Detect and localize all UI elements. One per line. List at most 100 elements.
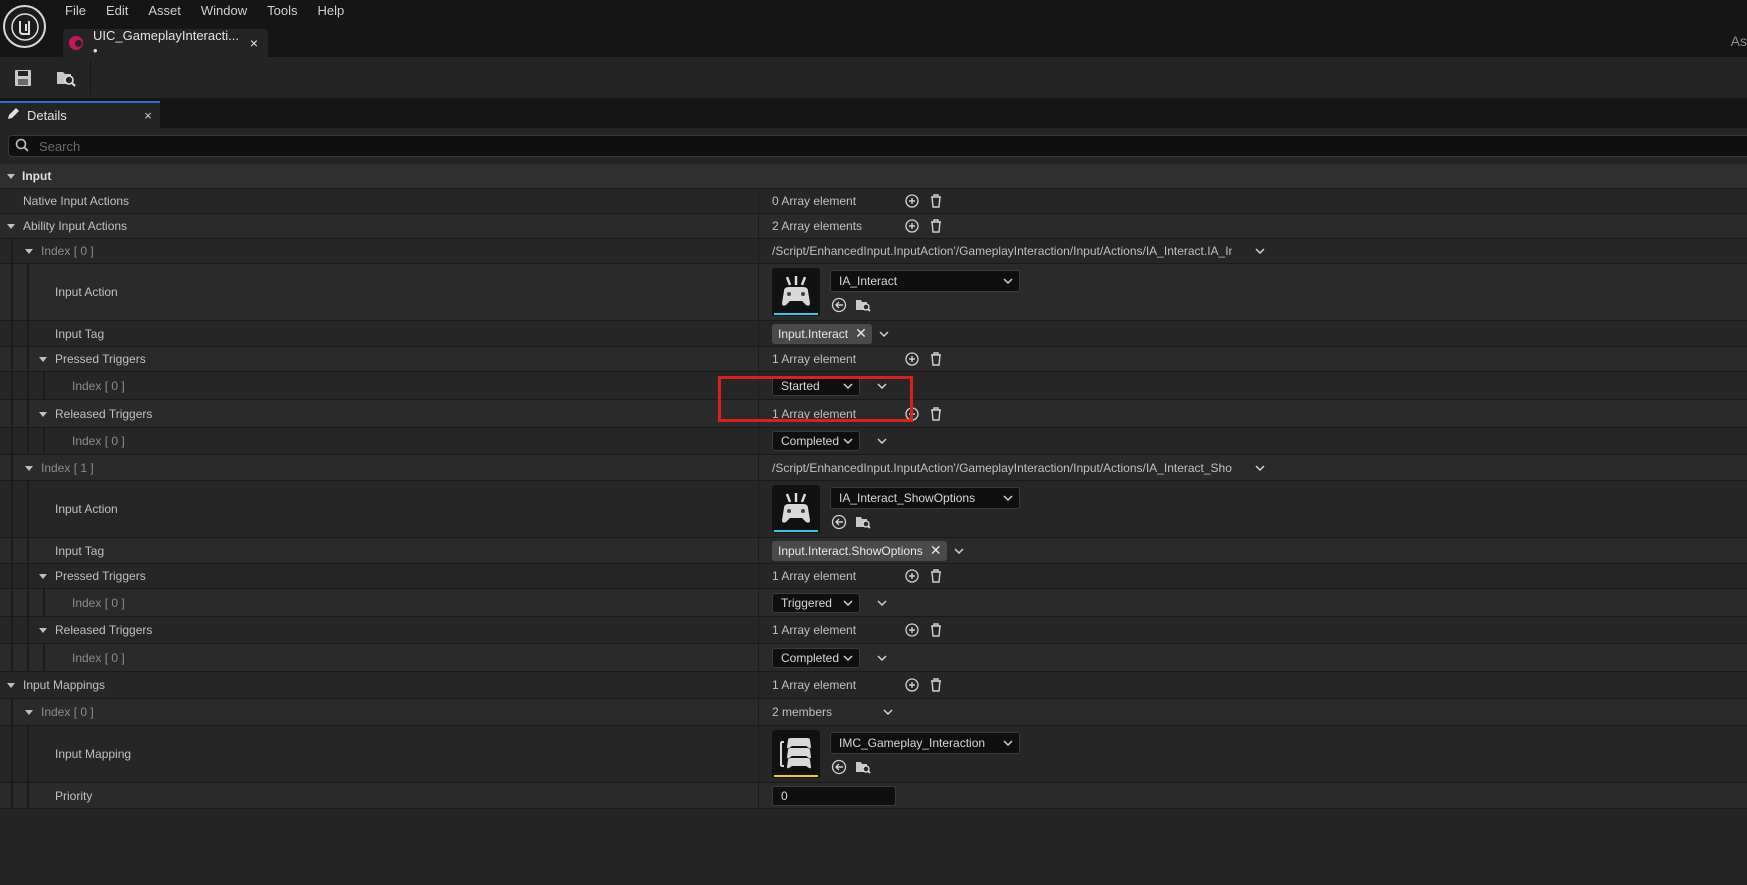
trash-icon[interactable] (926, 216, 946, 236)
use-selected-icon[interactable] (830, 758, 848, 776)
input-action-thumbnail[interactable] (772, 268, 820, 316)
trigger-event-value: Started (781, 378, 820, 393)
add-element-icon[interactable] (902, 191, 922, 211)
menu-help[interactable]: Help (307, 0, 354, 22)
input-mapping-picker[interactable]: IMC_Gameplay_Interaction (830, 732, 1020, 754)
expand-arrow-icon[interactable] (21, 707, 37, 717)
remove-tag-icon[interactable]: ✕ (854, 325, 868, 342)
gameplay-tag-chip[interactable]: Input.Interact.ShowOptions ✕ (772, 540, 947, 561)
document-tab[interactable]: UIC_GameplayInteracti... • × (63, 28, 268, 58)
trigger-event-value: Triggered (781, 595, 832, 610)
priority-value: 0 (781, 788, 788, 803)
save-icon[interactable] (11, 66, 35, 90)
add-element-icon[interactable] (902, 566, 922, 586)
panel-tab-bar: Details × (0, 98, 1747, 128)
input-action-thumbnail[interactable] (772, 485, 820, 533)
gameplay-tag-label: Input.Interact.ShowOptions (778, 543, 923, 558)
add-element-icon[interactable] (902, 349, 922, 369)
chevron-down-icon[interactable] (872, 431, 892, 451)
chevron-down-icon[interactable] (872, 376, 892, 396)
add-element-icon[interactable] (902, 620, 922, 640)
property-label: Native Input Actions (23, 194, 130, 208)
row-ability-input-actions: Ability Input Actions 2 Array elements (0, 214, 1747, 239)
use-selected-icon[interactable] (830, 296, 848, 314)
property-label: Input Mapping (55, 747, 132, 761)
remove-tag-icon[interactable]: ✕ (929, 542, 943, 559)
trash-icon[interactable] (926, 566, 946, 586)
row-released-trigger-index-0: Index [ 0 ] Completed (0, 428, 1747, 455)
details-tab[interactable]: Details × (0, 101, 160, 128)
property-label: Released Triggers (55, 406, 153, 421)
input-action-picker[interactable]: IA_Interact_ShowOptions (830, 487, 1020, 509)
property-label: Input Mappings (23, 678, 106, 692)
expand-arrow-icon[interactable] (35, 625, 51, 635)
trash-icon[interactable] (926, 620, 946, 640)
close-icon[interactable]: × (246, 35, 262, 51)
unreal-logo-icon[interactable] (3, 5, 46, 48)
search-box (8, 135, 1747, 157)
data-asset-icon (69, 36, 83, 50)
chevron-down-icon[interactable] (878, 702, 898, 722)
expand-arrow-icon[interactable] (35, 571, 51, 581)
chevron-down-icon[interactable] (1250, 458, 1270, 478)
browse-asset-icon[interactable] (854, 296, 872, 314)
expand-arrow-icon[interactable] (3, 171, 19, 181)
row-input-tag: Input Tag Input.Interact ✕ (0, 321, 1747, 347)
trigger-event-value: Completed (781, 650, 840, 665)
use-selected-icon[interactable] (830, 513, 848, 531)
array-index-label: Index [ 0 ] (72, 434, 125, 448)
expand-arrow-icon[interactable] (3, 680, 19, 690)
menu-edit[interactable]: Edit (96, 0, 138, 22)
trigger-event-dropdown[interactable]: Started (772, 375, 860, 396)
trash-icon[interactable] (926, 404, 946, 424)
browse-asset-icon[interactable] (854, 758, 872, 776)
property-label: Input Tag (55, 543, 105, 558)
row-released-triggers: Released Triggers 1 Array element (0, 617, 1747, 644)
browse-asset-icon[interactable] (54, 66, 78, 90)
array-index-label: Index [ 0 ] (41, 244, 94, 258)
add-element-icon[interactable] (902, 216, 922, 236)
menu-window[interactable]: Window (191, 0, 257, 22)
category-label: Input (22, 169, 52, 183)
trash-icon[interactable] (926, 675, 946, 695)
category-input[interactable]: Input (0, 164, 1747, 189)
chevron-down-icon[interactable] (872, 593, 892, 613)
chevron-down-icon[interactable] (872, 648, 892, 668)
property-label: Pressed Triggers (55, 352, 146, 366)
close-icon[interactable]: × (140, 108, 156, 123)
expand-arrow-icon[interactable] (35, 354, 51, 364)
array-index-label: Index [ 0 ] (72, 595, 125, 610)
row-native-input-actions: Native Input Actions 0 Array element (0, 189, 1747, 214)
chevron-down-icon[interactable] (949, 541, 969, 561)
input-mapping-value: IMC_Gameplay_Interaction (839, 736, 986, 750)
trigger-event-dropdown[interactable]: Completed (772, 431, 860, 451)
expand-arrow-icon[interactable] (21, 463, 37, 473)
search-input[interactable] (37, 137, 637, 155)
expand-arrow-icon[interactable] (35, 409, 51, 419)
row-released-trigger-index-0: Index [ 0 ] Completed (0, 644, 1747, 672)
property-label: Input Action (55, 502, 118, 516)
browse-asset-icon[interactable] (854, 513, 872, 531)
trash-icon[interactable] (926, 191, 946, 211)
add-element-icon[interactable] (902, 404, 922, 424)
expand-arrow-icon[interactable] (21, 246, 37, 256)
trigger-event-dropdown[interactable]: Completed (772, 647, 860, 668)
array-count: 1 Array element (772, 352, 857, 366)
input-action-value: IA_Interact (839, 274, 898, 288)
chevron-down-icon[interactable] (1250, 241, 1270, 261)
trigger-event-dropdown[interactable]: Triggered (772, 592, 860, 613)
gameplay-tag-chip[interactable]: Input.Interact ✕ (772, 323, 873, 344)
expand-arrow-icon[interactable] (3, 221, 19, 231)
details-tab-label: Details (27, 108, 67, 123)
row-priority: Priority 0 (0, 783, 1747, 809)
menu-file[interactable]: File (55, 0, 96, 22)
input-action-picker[interactable]: IA_Interact (830, 270, 1020, 292)
row-input-action: Input Action IA_Interact (0, 264, 1747, 321)
add-element-icon[interactable] (902, 675, 922, 695)
trash-icon[interactable] (926, 349, 946, 369)
menu-tools[interactable]: Tools (257, 0, 307, 22)
menu-asset[interactable]: Asset (138, 0, 191, 22)
chevron-down-icon[interactable] (874, 324, 894, 344)
priority-input[interactable]: 0 (772, 785, 896, 806)
mapping-context-thumbnail[interactable] (772, 730, 820, 778)
